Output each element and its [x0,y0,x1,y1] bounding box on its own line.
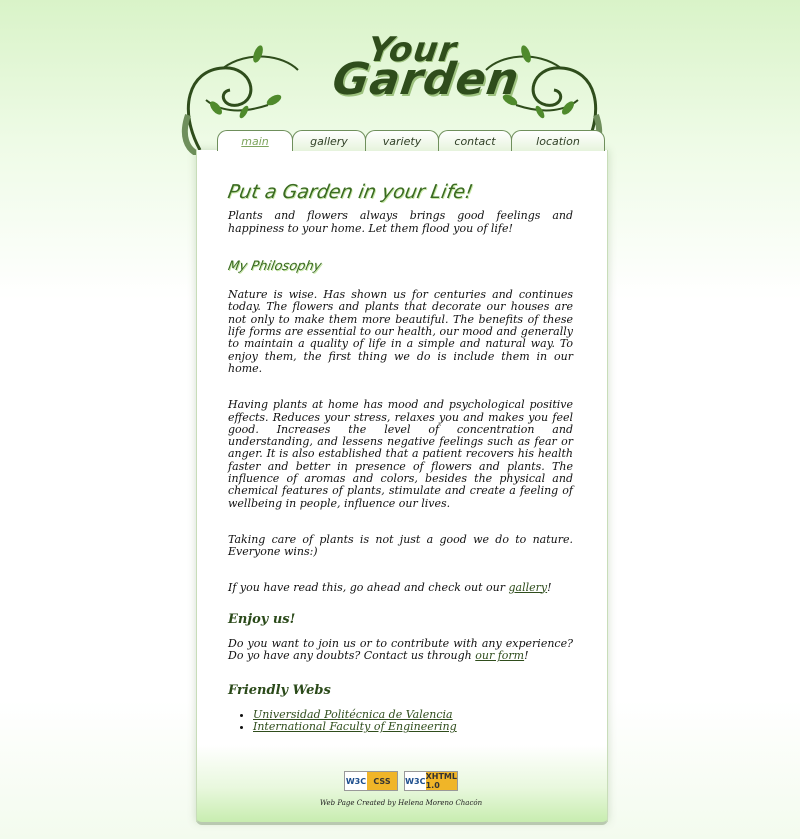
xhtml-label: XHTML 1.0 [425,772,457,790]
page-title: Put a Garden in your Life! [226,181,475,203]
gallery-invite-prefix: If you have read this, go ahead and chec… [228,580,509,594]
list-item: International Faculty of Engineering [253,721,573,733]
gallery-invite-suffix: ! [547,580,552,594]
w3c-label: W3C [345,772,367,790]
footer-credit: Web Page Created by Helena Moreno Chacón [319,799,483,807]
w3c-xhtml-icon[interactable]: W3C XHTML 1.0 [404,771,458,791]
philosophy-paragraph-2: Having plants at home has mood and psych… [228,398,573,510]
enjoy-text: Do you want to join us or to contribute … [228,637,573,663]
friendly-webs-heading: Friendly Webs [228,682,331,698]
tab-location[interactable]: location [511,130,605,151]
main-content: Put a Garden in your Life! Plants and fl… [226,181,573,734]
tab-contact[interactable]: contact [438,130,512,151]
friendly-webs-list: Universidad Politécnica de Valencia Inte… [228,708,573,734]
gallery-invite-text: If you have read this, go ahead and chec… [228,580,573,594]
tab-main[interactable]: main [217,130,293,151]
contact-form-link[interactable]: our form [475,649,524,662]
enjoy-heading: Enjoy us! [228,611,296,627]
tab-variety[interactable]: variety [365,130,439,151]
enjoy-suffix: ! [524,649,529,663]
css-label: CSS [367,772,397,790]
link-upv[interactable]: Universidad Politécnica de Valencia [253,708,453,721]
validation-badges: W3C CSS W3C XHTML 1.0 [344,771,458,791]
main-nav: main gallery variety contact location [217,130,605,152]
philosophy-paragraph-1: Nature is wise. Has shown us for centuri… [228,288,573,375]
link-international-faculty[interactable]: International Faculty of Engineering [253,720,457,733]
w3c-label: W3C [405,772,426,790]
w3c-css-icon[interactable]: W3C CSS [344,771,398,791]
philosophy-heading: My Philosophy [226,258,323,274]
tab-gallery[interactable]: gallery [292,130,366,151]
philosophy-paragraph-3: Taking care of plants is not just a good… [228,532,573,559]
intro-text: Plants and flowers always brings good fe… [228,209,573,235]
gallery-link[interactable]: gallery [508,581,547,594]
